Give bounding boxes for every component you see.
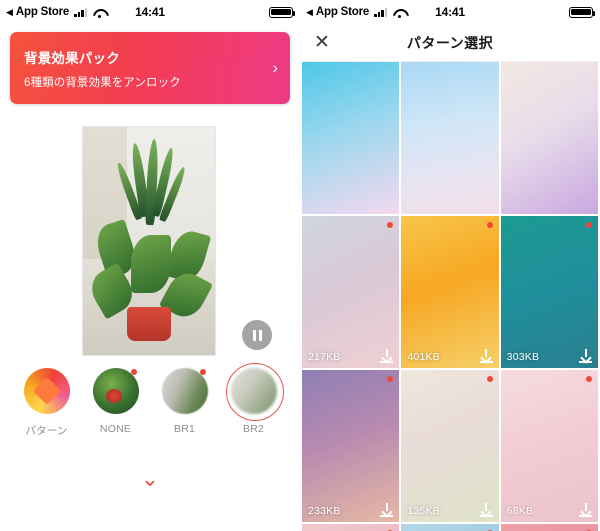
download-icon[interactable] [479,349,493,364]
pattern-cell[interactable] [302,62,400,214]
promo-text-group: 背景効果パック 6種類の背景効果をアンロック [24,47,266,90]
pattern-cell[interactable] [401,62,499,214]
pattern-cell[interactable]: 217KB [302,216,400,368]
new-badge-dot [486,376,493,382]
thumb-br1[interactable]: BR1 [154,368,216,435]
pattern-swatch [401,370,499,522]
battery-full-icon [269,6,296,18]
pattern-swatch [500,62,598,214]
pattern-swatch [500,216,598,368]
download-icon[interactable] [579,349,592,364]
thumb-pattern-label: パターン [25,425,68,437]
pattern-cell[interactable] [500,524,598,531]
file-size-label: 233KB [308,505,341,517]
download-icon[interactable] [380,503,394,518]
pattern-cell[interactable]: 68KB [500,370,598,522]
pattern-swatch [500,524,598,531]
blur1-swatch [161,368,208,414]
new-badge-dot [199,369,206,375]
pattern-swatch [401,524,499,531]
dual-screenshot-container: ◀ App Store 14:41 背景効果パック 6種類の背景効果をアンロック… [0,0,600,531]
download-icon[interactable] [479,503,493,518]
blur2-swatch [230,368,277,414]
file-size-label: 401KB [407,351,440,363]
thumb-br1-circle[interactable] [161,368,208,414]
promo-title: 背景効果パック [24,50,120,66]
thumb-none-label: NONE [99,423,132,435]
pattern-cell[interactable]: 135KB [401,370,499,522]
status-bar-left: ◀ App Store 14:41 [0,0,300,24]
pattern-swatch [500,370,598,522]
thumb-br1-label: BR1 [173,423,196,435]
pattern-cell[interactable]: 233KB [302,370,400,522]
file-size-label: 303KB [506,351,540,363]
preview-area [0,106,300,356]
download-icon[interactable] [579,503,592,518]
clock-label: 14:41 [435,5,465,19]
photo-preview[interactable] [82,126,216,356]
pattern-swatch [401,216,499,368]
promo-subtitle: 6種類の背景効果をアンロック [24,76,181,89]
pattern-gradient-swatch [23,368,70,414]
plant-photo-swatch [92,368,139,414]
thumb-br2[interactable]: BR2 [223,363,285,435]
pause-icon[interactable] [242,320,272,350]
pattern-cell[interactable] [500,62,598,214]
pattern-swatch [302,524,400,531]
file-size-label: 135KB [407,505,440,517]
effect-thumbnail-list: パターン NONE BR1 BR2 [0,356,300,438]
pattern-cell[interactable]: 401KB [401,216,499,368]
pattern-swatch [302,216,400,368]
pattern-cell[interactable] [302,524,400,531]
close-icon[interactable]: ✕ [300,33,344,52]
thumb-pattern-circle[interactable] [23,368,70,414]
pattern-swatch [302,370,400,522]
right-screen: ◀ App Store 14:41 ✕ パターン選択 217KB 401KB 3… [300,0,600,531]
file-size-label: 217KB [308,351,341,363]
new-badge-dot [586,376,592,382]
pattern-swatch [302,62,400,214]
plant-leaf-center [131,235,171,293]
pattern-grid: 217KB 401KB 303KB 233KB 135KB 68KB [300,62,600,531]
clock-label: 14:41 [135,5,165,19]
thumb-none[interactable]: NONE [85,368,147,435]
battery-full-icon [569,6,596,18]
left-screen: ◀ App Store 14:41 背景効果パック 6種類の背景効果をアンロック… [0,0,300,531]
pattern-cell[interactable]: 303KB [500,216,598,368]
plant-pot [127,307,171,341]
file-size-label: 68KB [506,505,534,517]
status-bar-right: ◀ App Store 14:41 [300,0,600,24]
chevron-down-icon[interactable]: ⌄ [0,468,300,490]
pattern-swatch [401,62,499,214]
new-badge-dot [486,222,493,228]
promo-banner[interactable]: 背景効果パック 6種類の背景効果をアンロック › [10,32,290,104]
thumb-br2-label: BR2 [242,423,265,435]
chevron-right-icon[interactable]: › [266,58,278,78]
new-badge-dot [130,369,137,375]
new-badge-dot [586,222,592,228]
thumb-none-circle[interactable] [92,368,139,414]
download-icon[interactable] [380,349,394,364]
page-title: パターン選択 [406,34,494,51]
pattern-picker-header: ✕ パターン選択 [300,24,600,62]
pattern-cell[interactable] [401,524,499,531]
thumb-br2-circle[interactable] [225,363,284,421]
thumb-pattern[interactable]: パターン [16,368,78,438]
